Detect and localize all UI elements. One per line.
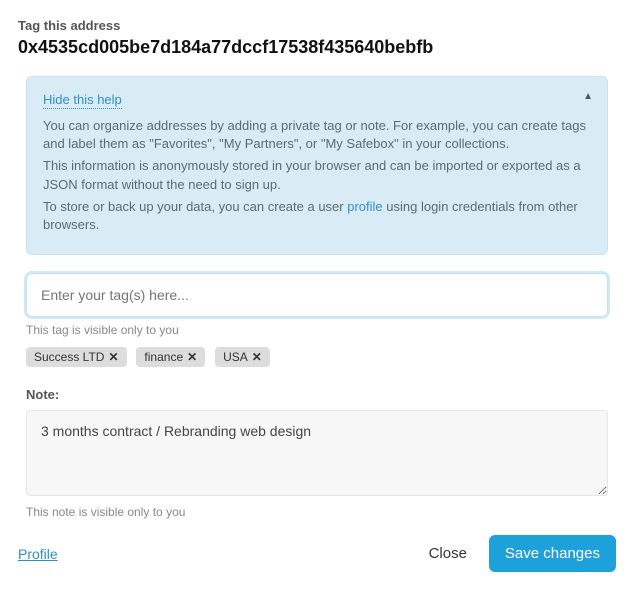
save-button[interactable]: Save changes (489, 535, 616, 572)
tags-row: Success LTD ✕ finance ✕ USA ✕ (26, 347, 608, 367)
tag-chip[interactable]: finance ✕ (136, 347, 205, 367)
tag-label: finance (144, 350, 183, 364)
tag-helper-text: This tag is visible only to you (26, 323, 608, 337)
caret-up-icon[interactable]: ▲ (583, 91, 593, 102)
tag-chip[interactable]: Success LTD ✕ (26, 347, 127, 367)
note-textarea[interactable] (26, 410, 608, 496)
note-label: Note: (26, 387, 608, 402)
footer: Profile Close Save changes (18, 535, 616, 572)
tag-label: Success LTD (34, 350, 104, 364)
tag-label: USA (223, 350, 248, 364)
close-icon[interactable]: ✕ (252, 350, 262, 364)
help-line-1: You can organize addresses by adding a p… (43, 117, 591, 153)
note-helper-text: This note is visible only to you (26, 505, 608, 519)
help-line-3: To store or back up your data, you can c… (43, 198, 591, 234)
profile-link[interactable]: Profile (18, 546, 58, 562)
help-line-3a: To store or back up your data, you can c… (43, 199, 347, 214)
help-toggle-link[interactable]: Hide this help (43, 92, 122, 109)
help-text: You can organize addresses by adding a p… (43, 117, 591, 234)
help-line-2: This information is anonymously stored i… (43, 157, 591, 193)
page-subtitle: Tag this address (18, 18, 616, 33)
tag-chip[interactable]: USA ✕ (215, 347, 270, 367)
close-icon[interactable]: ✕ (187, 350, 197, 364)
tag-input[interactable] (26, 273, 608, 317)
close-button[interactable]: Close (413, 535, 483, 572)
help-panel: Hide this help ▲ You can organize addres… (26, 76, 608, 255)
close-icon[interactable]: ✕ (108, 350, 118, 364)
profile-inline-link[interactable]: profile (347, 199, 382, 214)
address-value: 0x4535cd005be7d184a77dccf17538f435640beb… (18, 37, 616, 58)
